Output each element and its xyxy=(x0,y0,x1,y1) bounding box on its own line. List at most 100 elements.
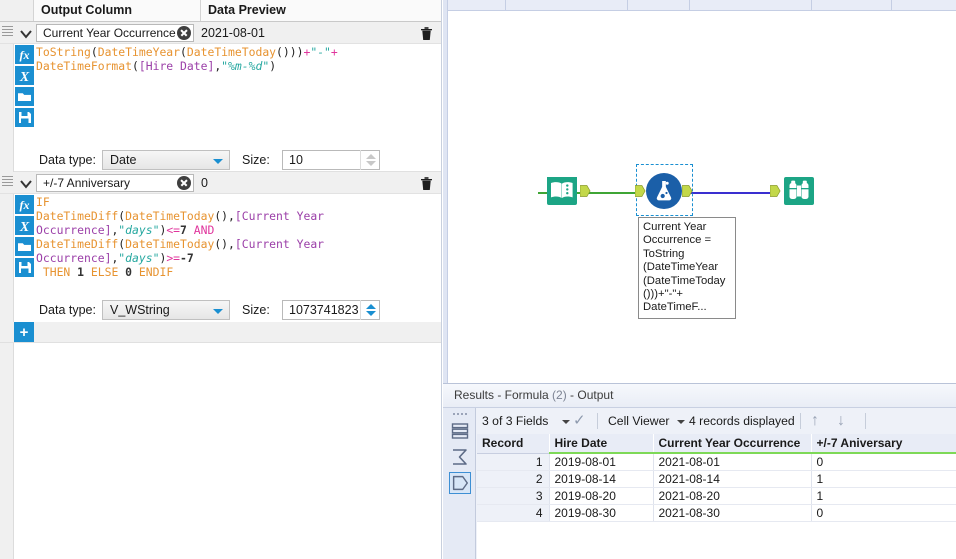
data-type-value-2: V_WString xyxy=(110,303,170,317)
annotation-line-2: ToString xyxy=(643,247,685,260)
cell-record: 2 xyxy=(477,470,550,488)
table-row[interactable]: 1 2019-08-01 2021-08-01 0 xyxy=(477,453,956,471)
stepper-up-icon[interactable] xyxy=(366,304,376,309)
fx-icon[interactable]: fx xyxy=(15,195,34,214)
alteryx-designer-window: Output Column Data Preview Current Year … xyxy=(0,0,956,559)
chevron-down-icon[interactable] xyxy=(677,420,685,424)
table-row[interactable]: 2 2019-08-14 2021-08-14 1 xyxy=(477,470,956,488)
table-header-row: Record Hire Date Current Year Occurrence… xyxy=(477,434,956,454)
cell-hire-date: 2019-08-30 xyxy=(549,504,654,522)
fx-icon[interactable]: fx xyxy=(15,45,34,64)
delete-formula-icon-2[interactable] xyxy=(419,175,434,192)
scroll-down-icon[interactable]: ↓ xyxy=(837,408,845,434)
formula-2-toolbar: fx X xyxy=(14,194,35,299)
output-column-name-input-1[interactable]: Current Year Occurrence xyxy=(36,24,194,42)
records-displayed-label: 4 records displayed xyxy=(689,414,795,428)
column-header-record[interactable]: Record xyxy=(477,434,550,454)
formula-1-expression[interactable]: ToString(DateTimeYear(DateTimeToday()))+… xyxy=(36,45,441,149)
clear-field-icon-1[interactable] xyxy=(177,26,191,40)
svg-text:fx: fx xyxy=(20,198,30,212)
drag-handle-icon[interactable] xyxy=(2,26,13,39)
formula-1-editor: fx X ToString(DateTimeYear(DateTimeToday… xyxy=(14,44,441,149)
node-input-data[interactable] xyxy=(543,172,591,210)
results-data-grid[interactable]: Record Hire Date Current Year Occurrence… xyxy=(477,434,956,559)
annotation-line-3: (DateTimeYear xyxy=(643,261,719,274)
clear-field-icon-2[interactable] xyxy=(177,176,191,190)
field-check-icon[interactable]: ✓ xyxy=(573,408,586,434)
chevron-down-icon[interactable] xyxy=(562,420,570,424)
save-disk-icon[interactable] xyxy=(15,108,34,127)
annotation-line-6: DateTimeF... xyxy=(643,301,707,314)
annotation-line-1: Occurrence = xyxy=(643,234,712,247)
add-formula-button[interactable]: + xyxy=(14,322,34,342)
open-folder-icon[interactable] xyxy=(15,87,34,106)
column-header-data-preview: Data Preview xyxy=(200,0,441,21)
data-type-select-2[interactable]: V_WString xyxy=(102,300,230,320)
svg-text:fx: fx xyxy=(20,48,30,62)
delete-formula-icon-1[interactable] xyxy=(419,25,434,42)
connection-formula-to-browse[interactable] xyxy=(688,192,778,194)
config-header-gutter xyxy=(0,0,33,21)
chevron-down-icon[interactable] xyxy=(17,25,35,42)
column-header-output-column: Output Column xyxy=(33,0,200,21)
formula-1-datatype-row: Data type: Date Size: 10 xyxy=(14,150,441,172)
stepper-up-icon[interactable] xyxy=(366,154,376,159)
open-folder-icon[interactable] xyxy=(15,237,34,256)
metadata-icon[interactable] xyxy=(449,472,471,494)
data-type-select-1[interactable]: Date xyxy=(102,150,230,170)
input-anchor-browse[interactable] xyxy=(770,184,781,198)
output-anchor-input-data[interactable] xyxy=(580,184,591,198)
results-table: Record Hire Date Current Year Occurrence… xyxy=(477,434,956,522)
node-browse-tool[interactable] xyxy=(770,172,818,210)
add-formula-row: + xyxy=(0,322,441,343)
node-formula-tool[interactable] xyxy=(635,172,693,210)
save-disk-icon[interactable] xyxy=(15,258,34,277)
svg-text:X: X xyxy=(19,70,30,85)
size-stepper-2[interactable] xyxy=(360,300,380,320)
workflow-canvas[interactable]: Current Year Occurrence = ToString (Date… xyxy=(443,0,956,383)
x-variable-icon[interactable]: X xyxy=(15,66,34,85)
cell-current-year-occurrence: 2021-08-30 xyxy=(653,504,812,522)
cell-record: 3 xyxy=(477,487,550,505)
data-type-label-1: Data type: xyxy=(39,153,96,167)
x-variable-icon[interactable]: X xyxy=(15,216,34,235)
fields-count-label[interactable]: 3 of 3 Fields xyxy=(482,408,548,434)
column-header-anniversary[interactable]: +/-7 Aniversary xyxy=(811,434,956,454)
input-anchor-formula[interactable] xyxy=(635,184,646,198)
results-title-count: (2) xyxy=(552,388,567,402)
canvas-top-partial-grid xyxy=(443,0,956,11)
sigma-profile-icon[interactable] xyxy=(449,446,471,468)
results-title-bar: Results - Formula (2) - Output xyxy=(443,384,956,408)
chevron-down-icon[interactable] xyxy=(17,175,35,192)
cell-record: 4 xyxy=(477,504,550,522)
annotation-line-0: Current Year xyxy=(643,221,707,233)
scroll-up-icon[interactable]: ↑ xyxy=(811,408,819,434)
cell-viewer-label[interactable]: Cell Viewer xyxy=(608,408,669,434)
size-stepper-1[interactable] xyxy=(360,150,380,170)
formula-configuration-panel: Output Column Data Preview Current Year … xyxy=(0,0,442,559)
chevron-down-icon xyxy=(213,159,223,164)
output-anchor-formula[interactable] xyxy=(682,184,693,198)
data-preview-value-2: 0 xyxy=(201,176,208,190)
stepper-down-icon[interactable] xyxy=(366,161,376,166)
sidebar-grip-dots-icon xyxy=(452,412,469,416)
svg-text:X: X xyxy=(19,220,30,235)
table-row[interactable]: 3 2019-08-20 2021-08-20 1 xyxy=(477,487,956,505)
formula-1-header-row: Current Year Occurrence 2021-08-01 xyxy=(0,22,441,44)
config-header-row: Output Column Data Preview xyxy=(0,0,441,22)
formula-2-expression[interactable]: IF DateTimeDiff(DateTimeToday(),[Current… xyxy=(36,195,441,299)
cell-current-year-occurrence: 2021-08-14 xyxy=(653,470,812,488)
node-annotation-formula: Current Year Occurrence = ToString (Date… xyxy=(638,217,736,319)
data-grid-icon[interactable] xyxy=(449,420,471,442)
stepper-down-icon[interactable] xyxy=(366,311,376,316)
annotation-line-5: ()))+"-"+ xyxy=(643,288,684,301)
results-panel: Results - Formula (2) - Output 3 of 3 Fi… xyxy=(443,383,956,559)
toolbar-divider xyxy=(865,413,866,429)
table-row[interactable]: 4 2019-08-30 2021-08-30 0 xyxy=(477,504,956,522)
drag-handle-icon[interactable] xyxy=(2,176,13,189)
annotation-line-4: (DateTimeToday xyxy=(643,274,726,287)
column-header-hire-date[interactable]: Hire Date xyxy=(549,434,654,454)
results-sidebar xyxy=(443,408,476,559)
column-header-current-year-occurrence[interactable]: Current Year Occurrence xyxy=(653,434,812,454)
output-column-name-input-2[interactable]: +/-7 Anniversary xyxy=(36,174,194,192)
